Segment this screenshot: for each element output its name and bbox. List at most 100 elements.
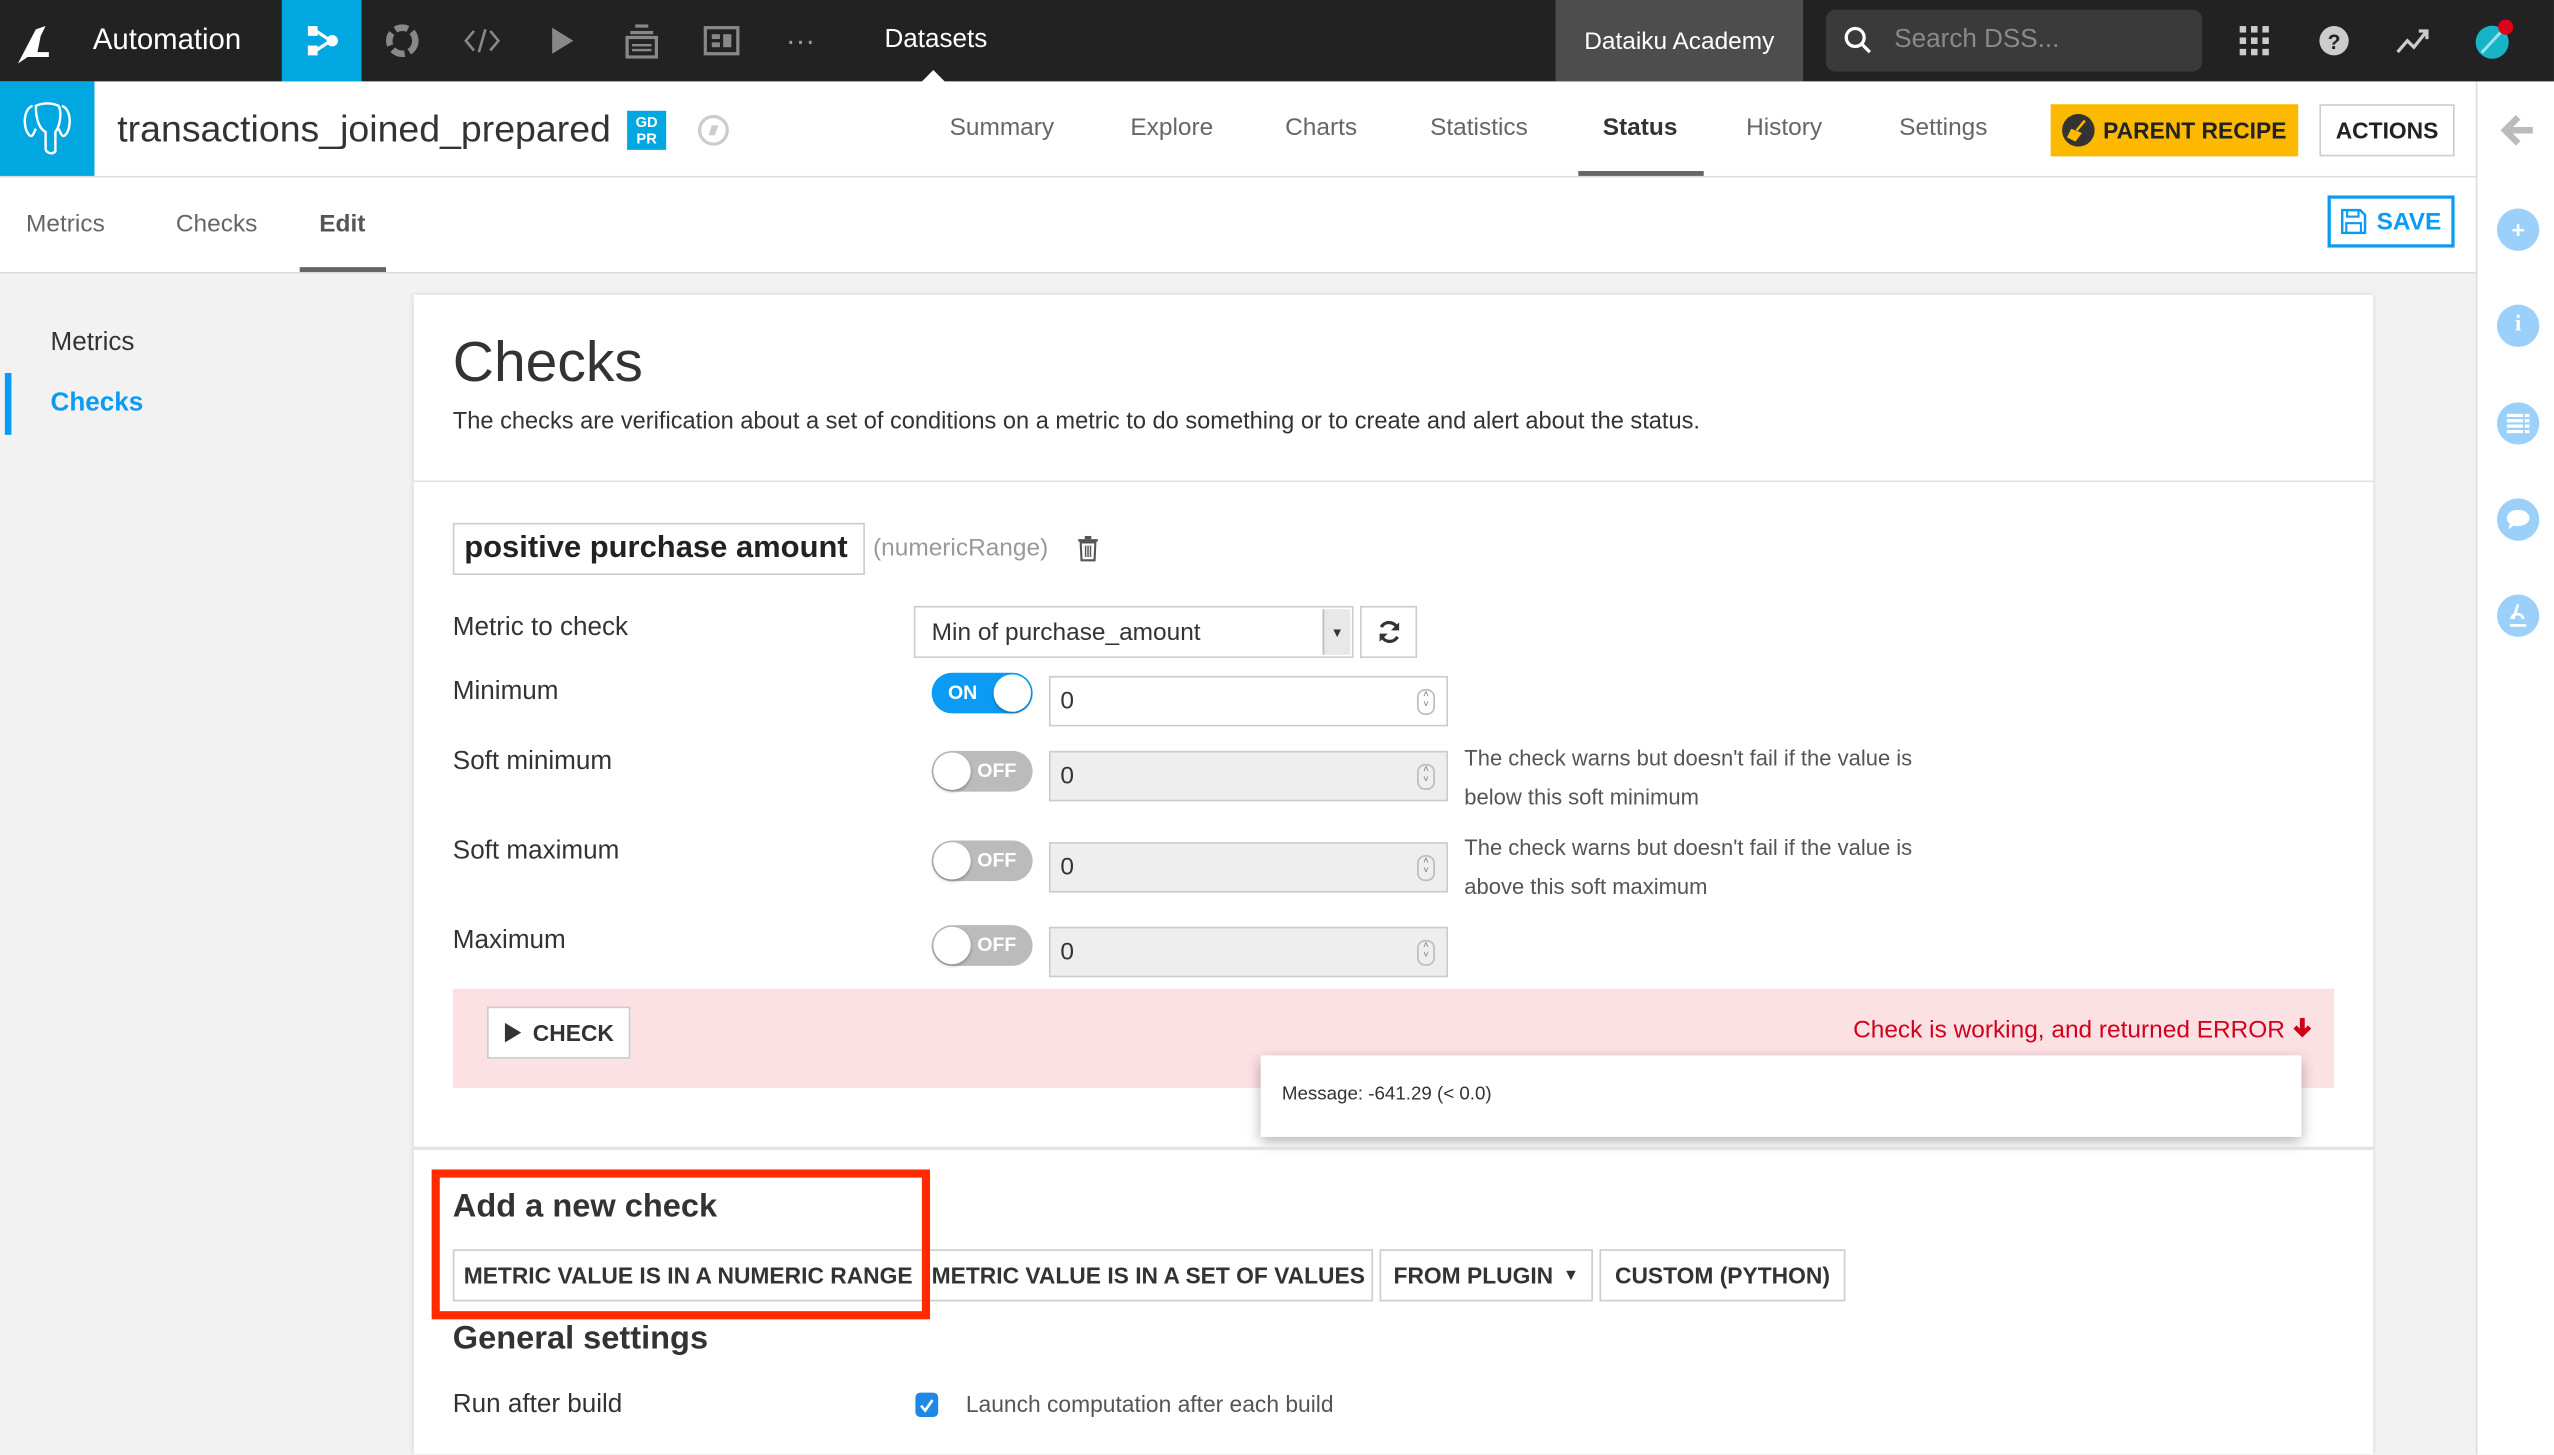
run-after-build-text: Launch computation after each build [965, 1390, 1334, 1418]
minimum-value: 0 [1060, 687, 1074, 716]
metric-select[interactable]: Min of purchase_amount ▼ [913, 605, 1354, 659]
dataiku-bird-logo[interactable] [13, 20, 59, 66]
check-result-status[interactable]: Check is working, and returned ERROR [1853, 1016, 2313, 1044]
project-name[interactable]: Automation [93, 23, 241, 57]
refresh-icon [1378, 620, 1399, 643]
toggle-state-label: OFF [977, 848, 1017, 872]
run-after-build-label: Run after build [452, 1390, 623, 1419]
tab-status[interactable]: Status [1603, 114, 1678, 142]
caret-down-icon: ▼ [1562, 1266, 1580, 1285]
number-spinner[interactable]: ˄ ˅ [1417, 939, 1435, 966]
lab-icon[interactable] [2496, 594, 2540, 637]
gdpr-badge[interactable]: GD PR [627, 110, 667, 150]
search-icon [1844, 26, 1872, 54]
soft-minimum-hint: The check warns but doesn't fail if the … [1464, 745, 1913, 810]
user-avatar[interactable] [2474, 19, 2514, 60]
maximum-label: Maximum [452, 926, 566, 955]
subtab-metrics[interactable]: Metrics [26, 210, 105, 238]
active-tab-indicator [1578, 171, 1704, 176]
toggle-knob [933, 842, 971, 880]
search-input[interactable] [1891, 24, 2191, 58]
toggle-state-label: OFF [977, 759, 1017, 782]
run-check-button[interactable]: CHECK [487, 1006, 631, 1059]
broom-icon [2062, 114, 2095, 147]
soft-minimum-input[interactable]: 0 ˄ ˅ [1048, 750, 1449, 802]
trash-icon[interactable] [1077, 535, 1100, 562]
from-plugin-label: FROM PLUGIN [1393, 1262, 1554, 1289]
number-spinner[interactable]: ˄ ˅ [1417, 688, 1435, 715]
save-button[interactable]: SAVE [2327, 195, 2455, 248]
maximum-value: 0 [1060, 938, 1074, 966]
soft-maximum-hint: The check warns but doesn't fail if the … [1464, 835, 1913, 900]
info-icon[interactable]: i [2496, 304, 2540, 347]
tab-history[interactable]: History [1746, 114, 1822, 142]
add-custom-python-check-button[interactable]: CUSTOM (PYTHON) [1599, 1249, 1846, 1302]
run-after-build-checkbox[interactable] [915, 1392, 939, 1418]
actions-button[interactable]: ACTIONS [2319, 104, 2455, 157]
tab-statistics[interactable]: Statistics [1430, 114, 1528, 142]
checkmark-icon [920, 1398, 934, 1412]
metric-select-value: Min of purchase_amount [931, 618, 1201, 646]
top-navbar: Automation ··· Datasets Dataiku Academy [0, 0, 2554, 82]
run-icon[interactable] [521, 0, 601, 81]
minimum-toggle[interactable]: ON [931, 672, 1033, 714]
add-from-plugin-dropdown[interactable]: FROM PLUGIN ▼ [1379, 1249, 1593, 1302]
more-icon[interactable]: ··· [761, 0, 841, 81]
parent-recipe-button[interactable]: PARENT RECIPE [2050, 104, 2299, 157]
add-set-of-values-check-button[interactable]: METRIC VALUE IS IN A SET OF VALUES [923, 1249, 1374, 1302]
compass-icon[interactable] [697, 114, 730, 147]
tab-settings[interactable]: Settings [1899, 114, 1987, 142]
leftnav-metrics[interactable]: Metrics [50, 329, 134, 358]
help-icon[interactable]: ? [2315, 21, 2354, 60]
tab-explore[interactable]: Explore [1130, 114, 1213, 142]
postgresql-icon [0, 81, 95, 176]
maximum-toggle[interactable]: OFF [931, 925, 1033, 966]
toggle-knob [993, 674, 1032, 712]
soft-maximum-input[interactable]: 0 ˄ ˅ [1048, 842, 1449, 893]
check-result-text: Check is working, and returned ERROR [1853, 1016, 2285, 1045]
activity-icon[interactable] [2394, 21, 2433, 60]
soft-maximum-toggle[interactable]: OFF [931, 840, 1033, 882]
tab-summary[interactable]: Summary [950, 114, 1055, 142]
minimum-input[interactable]: 0 ˄ ˅ [1048, 675, 1449, 727]
flow-icon[interactable] [281, 0, 362, 82]
floppy-disk-icon [2341, 208, 2367, 235]
dashboard-icon[interactable] [681, 0, 761, 81]
details-icon[interactable] [2496, 402, 2540, 445]
save-label: SAVE [2376, 207, 2442, 236]
maximum-input[interactable]: 0 ˄ ˅ [1048, 926, 1449, 978]
tab-charts[interactable]: Charts [1285, 114, 1357, 142]
soft-maximum-value: 0 [1060, 853, 1074, 882]
section-caret-indicator [921, 70, 945, 82]
jobs-icon[interactable] [362, 0, 442, 81]
apps-grid-icon[interactable] [2235, 21, 2274, 60]
soft-minimum-toggle[interactable]: OFF [931, 750, 1033, 792]
toggle-knob [933, 752, 971, 790]
result-message: Message: -641.29 (< 0.0) [1281, 1084, 1492, 1105]
number-spinner[interactable]: ˄ ˅ [1417, 763, 1435, 790]
instance-name[interactable]: Dataiku Academy [1555, 0, 1804, 82]
current-section-label[interactable]: Datasets [884, 26, 987, 55]
play-icon [505, 1022, 522, 1043]
subtab-edit[interactable]: Edit [319, 210, 365, 238]
check-type-label: (numericRange) [873, 534, 1049, 562]
gdpr-badge-line1: GD [635, 114, 658, 131]
dataset-header: transactions_joined_prepared GD PR Summa… [0, 81, 2476, 178]
code-icon[interactable] [441, 0, 521, 81]
add-icon[interactable]: + [2496, 208, 2540, 251]
page-description: The checks are verification about a set … [452, 408, 1701, 435]
soft-maximum-label: Soft maximum [452, 837, 620, 865]
discussion-icon[interactable] [2496, 498, 2540, 541]
back-arrow-icon[interactable] [2500, 114, 2536, 147]
search-box[interactable] [1825, 9, 2203, 72]
check-name-input[interactable] [452, 522, 865, 575]
divider [413, 1146, 2374, 1150]
result-message-popover: Message: -641.29 (< 0.0) [1260, 1055, 2302, 1137]
toggle-state-label: OFF [977, 933, 1017, 957]
deploy-icon[interactable] [601, 0, 681, 81]
refresh-button[interactable] [1360, 605, 1418, 659]
number-spinner[interactable]: ˄ ˅ [1417, 854, 1435, 881]
toggle-state-label: ON [947, 680, 978, 704]
leftnav-checks[interactable]: Checks [50, 389, 143, 418]
subtab-checks[interactable]: Checks [176, 210, 257, 238]
